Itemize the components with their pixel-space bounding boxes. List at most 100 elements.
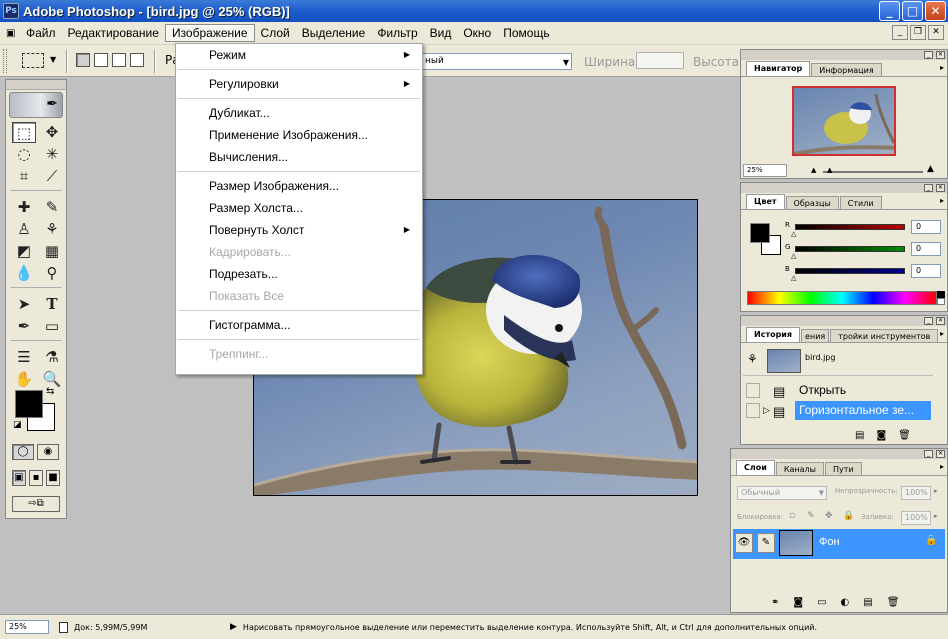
menu-select[interactable]: Выделение xyxy=(296,25,372,41)
path-selection-tool-icon[interactable]: ➤ xyxy=(12,294,36,315)
add-layer-mask-icon[interactable]: ◙ xyxy=(793,597,803,608)
menu-item-duplicate[interactable]: Дубликат... xyxy=(176,102,422,124)
menu-image[interactable]: Изображение xyxy=(164,24,255,42)
full-screen-mode-button[interactable]: ■ xyxy=(46,470,60,486)
menu-item-histogram[interactable]: Гистограмма... xyxy=(176,314,422,336)
pen-tool-icon[interactable]: ✒ xyxy=(12,316,36,337)
doc-minimize-button[interactable]: _ xyxy=(892,25,908,40)
maximize-button[interactable]: □ xyxy=(902,1,923,21)
minimize-button[interactable]: _ xyxy=(879,1,900,21)
dodge-tool-icon[interactable]: ⚲ xyxy=(40,263,64,284)
gradient-tool-icon[interactable]: ▦ xyxy=(40,241,64,262)
history-state[interactable]: ▤ Открыть xyxy=(743,381,933,400)
slider-r[interactable] xyxy=(795,224,905,230)
menu-item-adjustments[interactable]: Регулировки ▶ xyxy=(176,73,422,95)
value-b[interactable]: 0 xyxy=(911,264,941,278)
tab-paths[interactable]: Пути xyxy=(825,462,862,475)
add-selection-button[interactable] xyxy=(94,53,108,67)
fill-field[interactable]: 100% xyxy=(901,511,931,525)
palette-menu-icon[interactable]: ▸ xyxy=(940,462,944,471)
tab-layers[interactable]: Слои xyxy=(736,460,775,475)
link-layers-icon[interactable]: ⚭ xyxy=(771,597,779,608)
zoom-slider[interactable] xyxy=(823,171,923,173)
hand-tool-icon[interactable]: ✋ xyxy=(12,369,36,390)
slider-b[interactable] xyxy=(795,268,905,274)
palette-menu-icon[interactable]: ▸ xyxy=(940,329,944,338)
lock-all-icon[interactable]: 🔒 xyxy=(843,511,854,521)
blur-tool-icon[interactable]: 💧 xyxy=(12,263,36,284)
preset-dropdown-icon[interactable]: ▼ xyxy=(50,55,56,64)
color-ramp-black[interactable] xyxy=(937,291,945,298)
menu-item-rotate-canvas[interactable]: Повернуть Холст ▶ xyxy=(176,219,422,241)
crop-tool-icon[interactable]: ⌗ xyxy=(12,166,36,187)
menu-window[interactable]: Окно xyxy=(457,25,497,41)
color-ramp-white[interactable] xyxy=(937,298,945,305)
notes-tool-icon[interactable]: ☰ xyxy=(12,347,36,368)
new-snapshot-icon[interactable]: ◙ xyxy=(876,430,886,441)
jump-to-imageready-button[interactable]: ⇨⧉ xyxy=(12,496,60,512)
standard-mode-button[interactable]: ◯ xyxy=(12,444,34,460)
zoom-out-icon[interactable]: ▲ xyxy=(811,166,816,174)
new-layer-set-icon[interactable]: ▭ xyxy=(817,597,826,608)
intersect-selection-button[interactable] xyxy=(130,53,144,67)
new-document-from-state-icon[interactable]: ▤ xyxy=(855,430,864,441)
blend-mode-select[interactable]: Обычный ▼ xyxy=(737,486,827,500)
new-layer-icon[interactable]: ▤ xyxy=(863,597,872,608)
zoom-slider-thumb-icon[interactable]: ▲ xyxy=(827,166,832,174)
status-zoom-field[interactable]: 25% xyxy=(5,620,49,634)
tab-tool-presets[interactable]: тройки инструментов xyxy=(830,329,939,342)
value-r[interactable]: 0 xyxy=(911,220,941,234)
lock-image-icon[interactable]: ✎ xyxy=(807,511,815,521)
history-source-checkbox[interactable] xyxy=(746,403,760,418)
menu-filter[interactable]: Фильтр xyxy=(371,25,423,41)
tab-navigator[interactable]: Навигатор xyxy=(746,61,811,76)
layer-visibility-eye-icon[interactable]: 👁 xyxy=(735,533,753,553)
value-g[interactable]: 0 xyxy=(911,242,941,256)
palette-header[interactable]: _ ✕ xyxy=(741,183,947,193)
fill-arrow-icon[interactable]: ▸ xyxy=(934,512,938,520)
tab-color[interactable]: Цвет xyxy=(746,194,785,209)
palette-menu-icon[interactable]: ▸ xyxy=(940,63,944,72)
history-brush-source-icon[interactable]: ⚘ xyxy=(747,352,758,366)
history-source-checkbox[interactable] xyxy=(746,383,760,398)
close-button[interactable]: ✕ xyxy=(925,1,946,21)
palette-header[interactable]: _ ✕ xyxy=(741,50,947,60)
standard-screen-mode-button[interactable]: ▣ xyxy=(12,470,26,486)
layer-brush-icon[interactable]: ✎ xyxy=(757,533,775,553)
color-ramp[interactable] xyxy=(747,291,937,305)
palette-menu-icon[interactable]: ▸ xyxy=(940,196,944,205)
slice-tool-icon[interactable]: ⟋ xyxy=(40,166,64,187)
menu-layer[interactable]: Слой xyxy=(255,25,296,41)
history-brush-tool-icon[interactable]: ⚘ xyxy=(40,219,64,240)
marquee-tool-icon[interactable]: ⬚ xyxy=(12,122,36,143)
marquee-preset-icon[interactable] xyxy=(22,53,44,68)
opacity-field[interactable]: 100% xyxy=(901,486,931,500)
toolbox-header[interactable] xyxy=(6,80,66,90)
slider-b-thumb-icon[interactable]: △ xyxy=(791,274,796,282)
document-info-icon[interactable] xyxy=(59,621,68,633)
clone-stamp-tool-icon[interactable]: ♙ xyxy=(12,219,36,240)
slider-g[interactable] xyxy=(795,246,905,252)
doc-restore-button[interactable]: ❐ xyxy=(910,25,926,40)
options-grip[interactable] xyxy=(3,49,7,73)
swap-colors-icon[interactable]: ⇆ xyxy=(46,386,54,397)
trash-icon[interactable]: 🗑 xyxy=(898,430,911,441)
lasso-tool-icon[interactable]: ◌ xyxy=(12,144,36,165)
new-adjustment-layer-icon[interactable]: ◐ xyxy=(841,597,850,608)
zoom-in-icon[interactable]: ▲ xyxy=(927,164,934,174)
brush-tool-icon[interactable]: ✎ xyxy=(40,197,64,218)
lock-position-icon[interactable]: ✥ xyxy=(825,511,833,521)
tab-info[interactable]: Информация xyxy=(811,63,882,76)
shape-tool-icon[interactable]: ▭ xyxy=(40,316,64,337)
menu-item-calculations[interactable]: Вычисления... xyxy=(176,146,422,168)
default-colors-icon[interactable]: ◪ xyxy=(13,420,22,430)
menu-help[interactable]: Помощь xyxy=(497,25,555,41)
menu-file[interactable]: Файл xyxy=(20,25,62,41)
lock-transparency-icon[interactable]: ▫ xyxy=(789,511,795,521)
style-select[interactable]: ный ▼ xyxy=(420,53,572,70)
menu-view[interactable]: Вид xyxy=(424,25,458,41)
type-tool-icon[interactable]: T xyxy=(40,294,64,315)
photoshop-app-icon[interactable]: Ps xyxy=(3,3,19,19)
full-screen-menu-mode-button[interactable]: ▪ xyxy=(29,470,43,486)
opacity-arrow-icon[interactable]: ▸ xyxy=(934,487,938,495)
